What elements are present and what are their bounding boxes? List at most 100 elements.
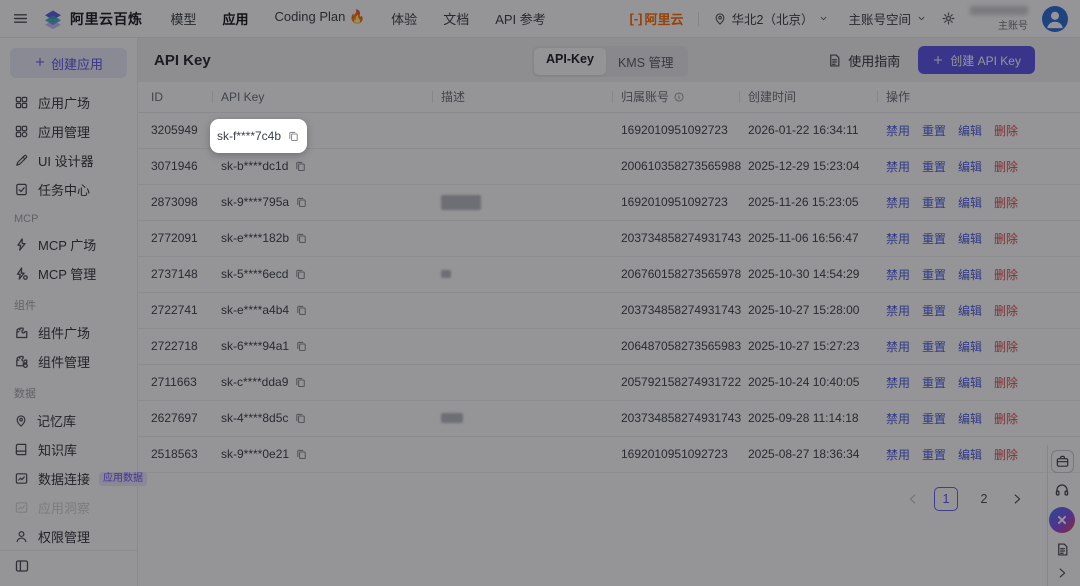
action-delete[interactable]: 删除 <box>994 160 1018 174</box>
copy-icon[interactable] <box>295 340 308 353</box>
action-disable[interactable]: 禁用 <box>886 340 910 354</box>
pagination-page-1[interactable]: 1 <box>934 487 958 511</box>
action-disable[interactable]: 禁用 <box>886 268 910 282</box>
pagination-prev[interactable] <box>906 492 920 506</box>
action-delete[interactable]: 删除 <box>994 232 1018 246</box>
action-delete[interactable]: 删除 <box>994 304 1018 318</box>
action-delete[interactable]: 删除 <box>994 376 1018 390</box>
sidebar-item-data-connect[interactable]: 数据连接 应用数据 <box>0 464 137 493</box>
action-edit[interactable]: 编辑 <box>958 412 982 426</box>
action-reset[interactable]: 重置 <box>922 304 946 318</box>
action-reset[interactable]: 重置 <box>922 232 946 246</box>
action-disable[interactable]: 禁用 <box>886 376 910 390</box>
cell-api-key: sk-e****182b <box>213 220 433 256</box>
cell-description <box>433 148 613 184</box>
avatar[interactable] <box>1042 6 1068 32</box>
copy-icon[interactable] <box>294 160 307 173</box>
action-edit[interactable]: 编辑 <box>958 232 982 246</box>
sidebar-item-app-manage[interactable]: 应用管理 <box>0 117 137 146</box>
action-delete[interactable]: 删除 <box>994 196 1018 210</box>
nav-item-2[interactable]: Coding Plan 🔥 <box>275 9 366 28</box>
settings-button[interactable] <box>941 11 956 26</box>
top-nav: 模型 应用 Coding Plan 🔥 体验 文档 API 参考 <box>171 9 546 28</box>
action-delete[interactable]: 删除 <box>994 268 1018 282</box>
headset-support-icon[interactable] <box>1054 482 1070 498</box>
action-reset[interactable]: 重置 <box>922 340 946 354</box>
copy-icon[interactable] <box>295 448 308 461</box>
copy-icon[interactable] <box>295 196 308 209</box>
sidebar-item-component-market[interactable]: 组件广场 <box>0 318 137 347</box>
action-reset[interactable]: 重置 <box>922 376 946 390</box>
sidebar-item-knowledge[interactable]: 知识库 <box>0 435 137 464</box>
action-edit[interactable]: 编辑 <box>958 160 982 174</box>
copy-icon[interactable] <box>287 130 300 143</box>
copy-icon[interactable] <box>294 268 307 281</box>
nav-item-0[interactable]: 模型 <box>171 9 197 28</box>
aliyun-logo[interactable]: [-] 阿里云 <box>630 9 684 28</box>
copy-icon[interactable] <box>294 412 307 425</box>
sidebar-item-component-manage[interactable]: 组件管理 <box>0 347 137 376</box>
action-reset[interactable]: 重置 <box>922 448 946 462</box>
action-reset[interactable]: 重置 <box>922 412 946 426</box>
action-disable[interactable]: 禁用 <box>886 196 910 210</box>
action-edit[interactable]: 编辑 <box>958 196 982 210</box>
sidebar-item-app-market[interactable]: 应用广场 <box>0 88 137 117</box>
action-reset[interactable]: 重置 <box>922 196 946 210</box>
sidebar-item-mcp-manage[interactable]: MCP 管理 <box>0 259 137 288</box>
info-icon[interactable] <box>673 91 685 103</box>
chevron-right-icon[interactable] <box>1055 566 1069 580</box>
action-edit[interactable]: 编辑 <box>958 340 982 354</box>
nav-item-1[interactable]: 应用 <box>223 9 249 28</box>
hamburger-menu-icon[interactable] <box>12 10 29 27</box>
create-app-button[interactable]: 创建应用 <box>10 48 127 78</box>
action-reset[interactable]: 重置 <box>922 160 946 174</box>
sidebar-item-mcp-market[interactable]: MCP 广场 <box>0 230 137 259</box>
nav-item-5[interactable]: API 参考 <box>495 9 546 28</box>
action-reset[interactable]: 重置 <box>922 124 946 138</box>
assistant-close-button[interactable] <box>1049 507 1075 533</box>
copy-icon[interactable] <box>295 304 308 317</box>
sidebar-collapse-button[interactable] <box>0 550 137 586</box>
cell-id: 2627697 <box>138 400 213 436</box>
briefcase-icon[interactable] <box>1051 450 1074 473</box>
aliyun-logo-text: 阿里云 <box>645 9 684 28</box>
feedback-doc-icon[interactable] <box>1055 542 1070 557</box>
brand[interactable]: 阿里云百炼 <box>43 9 143 29</box>
copy-icon[interactable] <box>295 232 308 245</box>
usage-guide-link[interactable]: 使用指南 <box>827 51 900 70</box>
action-disable[interactable]: 禁用 <box>886 304 910 318</box>
action-disable[interactable]: 禁用 <box>886 448 910 462</box>
tab-api-key[interactable]: API-Key <box>534 48 606 75</box>
action-delete[interactable]: 删除 <box>994 124 1018 138</box>
sidebar-item-permission[interactable]: 权限管理 <box>0 522 137 551</box>
pagination-page-2[interactable]: 2 <box>972 487 996 511</box>
spotlight-api-key-cell[interactable]: sk-f****7c4b <box>210 119 307 153</box>
sidebar-item-memory[interactable]: 记忆库 <box>0 406 137 435</box>
action-disable[interactable]: 禁用 <box>886 124 910 138</box>
workspace-selector[interactable]: 主账号空间 <box>843 9 927 28</box>
cell-description <box>433 328 613 364</box>
action-edit[interactable]: 编辑 <box>958 304 982 318</box>
action-delete[interactable]: 删除 <box>994 448 1018 462</box>
copy-icon[interactable] <box>294 376 307 389</box>
action-reset[interactable]: 重置 <box>922 268 946 282</box>
action-edit[interactable]: 编辑 <box>958 448 982 462</box>
nav-item-4[interactable]: 文档 <box>443 9 469 28</box>
pagination-next[interactable] <box>1010 492 1024 506</box>
action-disable[interactable]: 禁用 <box>886 232 910 246</box>
sidebar-item-ui-designer[interactable]: UI 设计器 <box>0 146 137 175</box>
action-disable[interactable]: 禁用 <box>886 412 910 426</box>
action-edit[interactable]: 编辑 <box>958 376 982 390</box>
region-selector[interactable]: 华北2（北京） <box>713 9 830 28</box>
create-api-key-button[interactable]: 创建 API Key <box>918 46 1035 74</box>
action-delete[interactable]: 删除 <box>994 412 1018 426</box>
sidebar-item-task-center[interactable]: 任务中心 <box>0 175 137 204</box>
action-delete[interactable]: 删除 <box>994 340 1018 354</box>
tab-kms[interactable]: KMS 管理 <box>606 48 686 75</box>
nav-item-3[interactable]: 体验 <box>391 9 417 28</box>
sidebar-item-app-insight[interactable]: 应用洞察 <box>0 493 137 522</box>
action-edit[interactable]: 编辑 <box>958 124 982 138</box>
action-disable[interactable]: 禁用 <box>886 160 910 174</box>
action-edit[interactable]: 编辑 <box>958 268 982 282</box>
sidebar-item-label: MCP 管理 <box>38 264 96 283</box>
